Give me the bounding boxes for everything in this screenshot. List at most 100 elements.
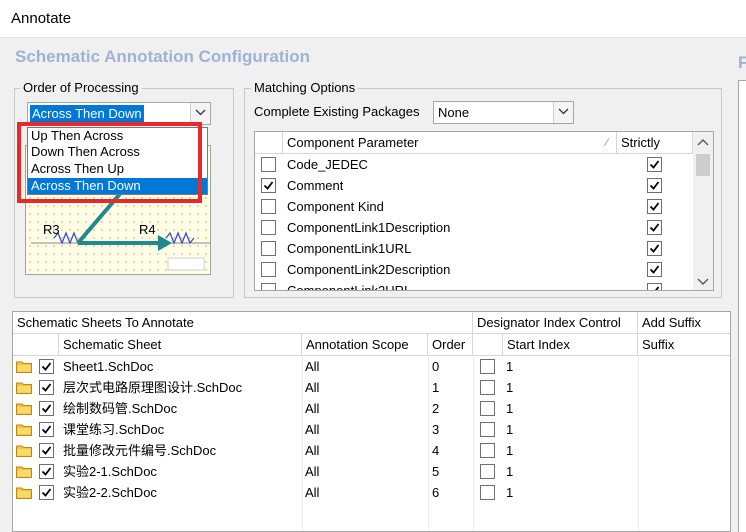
order-dropdown-button[interactable] [190,103,210,124]
complete-packages-dropdown-button[interactable] [553,102,573,123]
strictly-header[interactable]: Strictly [617,132,693,154]
sheet-start-index[interactable]: 1 [506,419,513,440]
sheet-order[interactable]: 5 [432,461,439,482]
sheet-name: 课堂练习.SchDoc [63,422,165,437]
sheet-include-checkbox[interactable] [39,359,54,374]
param-checkbox[interactable] [261,283,276,290]
sheet-folder-icon [16,381,32,394]
sheet-order[interactable]: 2 [432,398,439,419]
param-checkbox[interactable] [261,178,276,193]
sheet-include-checkbox[interactable] [39,464,54,479]
sheet-include-checkbox[interactable] [39,485,54,500]
sheet-row[interactable]: Sheet1.SchDoc All 0 1 [13,356,730,377]
start-index-checkbox[interactable] [480,359,495,374]
param-name: ComponentLink1URL [287,241,412,256]
section-title: Schematic Annotation Configuration [15,47,310,66]
param-scroll-thumb[interactable] [696,154,710,176]
sheet-row[interactable]: 课堂练习.SchDoc All 3 1 [13,419,730,440]
sheet-scope[interactable]: All [305,398,319,419]
sheet-include-checkbox[interactable] [39,422,54,437]
sheet-start-index[interactable]: 1 [506,398,513,419]
order-option-down-then-across[interactable]: Down Then Across [28,144,207,160]
sheet-order[interactable]: 6 [432,482,439,503]
sheet-order[interactable]: 0 [432,356,439,377]
sheet-start-index[interactable]: 1 [506,461,513,482]
strict-checkbox[interactable] [647,283,662,290]
param-checkbox[interactable] [261,241,276,256]
folder-icon [16,403,32,415]
sheet-row[interactable]: 实验2-1.SchDoc All 5 1 [13,461,730,482]
preview-label-r4: R4 [139,222,156,237]
checkmark-icon [649,244,660,253]
sheet-name: 层次式电路原理图设计.SchDoc [63,380,243,395]
suffix-group-header: Add Suffix [638,312,730,334]
folder-icon [16,487,32,499]
folder-icon [16,445,32,457]
order-of-processing-legend: Order of Processing [20,80,142,95]
strict-checkbox[interactable] [647,157,662,172]
sheet-order[interactable]: 4 [432,440,439,461]
sheet-include-checkbox[interactable] [39,380,54,395]
start-index-checkbox[interactable] [480,401,495,416]
strict-checkbox[interactable] [647,178,662,193]
param-checkbox[interactable] [261,199,276,214]
sheet-scope[interactable]: All [305,419,319,440]
sheet-scope[interactable]: All [305,461,319,482]
param-checkbox[interactable] [261,262,276,277]
strict-checkbox[interactable] [647,241,662,256]
start-index-header[interactable]: Start Index [503,334,638,356]
sheet-order[interactable]: 1 [432,377,439,398]
sheet-order[interactable]: 3 [432,419,439,440]
sheet-row[interactable]: 层次式电路原理图设计.SchDoc All 1 1 [13,377,730,398]
start-index-select-header [473,334,503,356]
sheet-start-index[interactable]: 1 [506,377,513,398]
sheet-start-index[interactable]: 1 [506,440,513,461]
scroll-down-icon[interactable] [693,272,713,290]
order-selected-value: Across Then Down [30,105,144,122]
param-checkbox[interactable] [261,220,276,235]
sheet-folder-icon [16,402,32,415]
sheet-scope[interactable]: All [305,440,319,461]
complete-existing-packages-select[interactable]: None [433,101,574,124]
sheet-row[interactable]: 绘制数码管.SchDoc All 2 1 [13,398,730,419]
sheet-include-checkbox[interactable] [39,443,54,458]
suffix-header[interactable]: Suffix [638,334,730,356]
start-index-checkbox[interactable] [480,485,495,500]
scroll-up-icon[interactable] [693,134,713,152]
component-parameter-header[interactable]: Component Parameter ⁄ [283,132,617,154]
strict-checkbox[interactable] [647,199,662,214]
complete-existing-packages-value: None [438,105,470,120]
start-index-checkbox[interactable] [480,443,495,458]
sheet-start-index[interactable]: 1 [506,482,513,503]
order-header[interactable]: Order [428,334,473,356]
param-row: ComponentLink2URL [255,280,693,291]
sheet-name: 实验2-2.SchDoc [63,485,157,500]
order-dropdown-list: Up Then Across Down Then Across Across T… [27,127,208,195]
start-index-checkbox[interactable] [480,380,495,395]
order-option-across-then-up[interactable]: Across Then Up [28,161,207,177]
order-option-up-then-across[interactable]: Up Then Across [28,128,207,144]
sheet-start-index[interactable]: 1 [506,356,513,377]
window-titlebar: Annotate [0,0,746,38]
strictly-header-label: Strictly [621,135,660,150]
order-of-processing-select[interactable]: Across Then Down [27,102,211,125]
strict-checkbox[interactable] [647,220,662,235]
start-index-checkbox[interactable] [480,422,495,437]
sheet-row[interactable]: 实验2-2.SchDoc All 6 1 [13,482,730,503]
param-table-scrollbar[interactable] [693,132,713,290]
sheet-scope[interactable]: All [305,482,319,503]
checkmark-icon [649,181,660,190]
sheet-include-checkbox[interactable] [39,401,54,416]
sheet-scope[interactable]: All [305,356,319,377]
schematic-sheet-header[interactable]: Schematic Sheet [59,334,302,356]
annotation-scope-header[interactable]: Annotation Scope [302,334,428,356]
strict-checkbox[interactable] [647,262,662,277]
sheet-row[interactable]: 批量修改元件编号.SchDoc All 4 1 [13,440,730,461]
order-option-across-then-down[interactable]: Across Then Down [28,178,207,194]
start-index-checkbox[interactable] [480,464,495,479]
param-checkbox[interactable] [261,157,276,172]
folder-icon [16,466,32,478]
sheet-scope[interactable]: All [305,377,319,398]
sheet-name: 批量修改元件编号.SchDoc [63,443,217,458]
param-name: ComponentLink2URL [287,283,412,291]
